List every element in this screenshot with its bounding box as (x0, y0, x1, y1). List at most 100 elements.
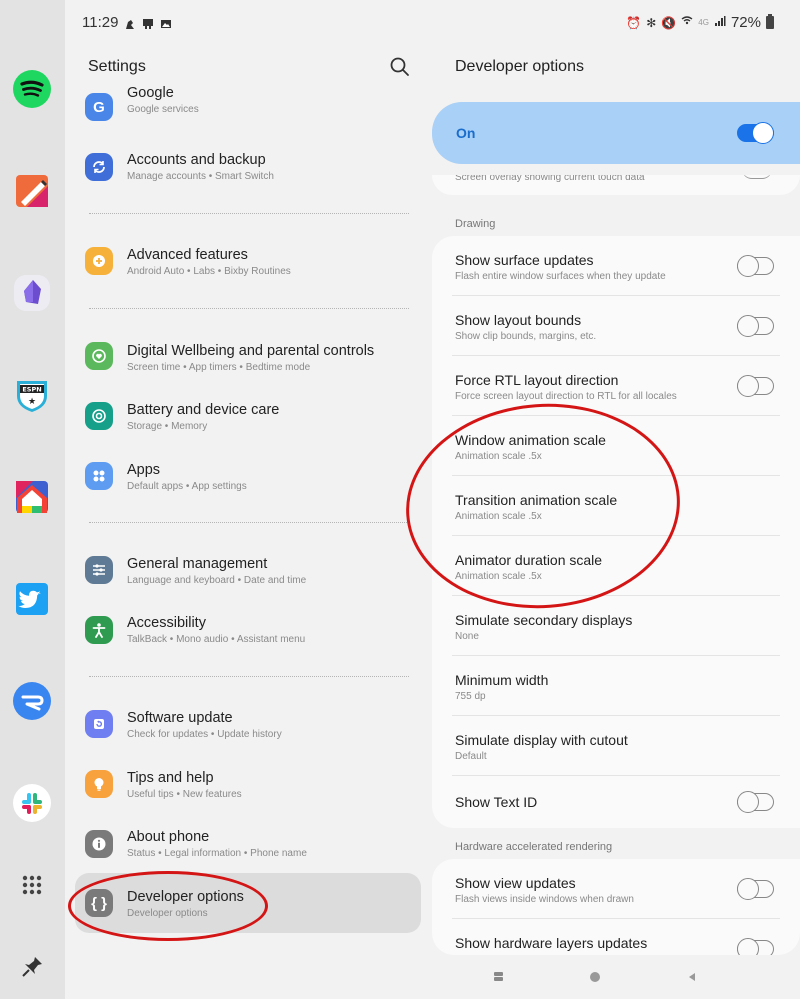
setting-title: Developer options (127, 889, 244, 905)
row-value: Animation scale .5x (455, 451, 542, 462)
row-title: Force RTL layout direction (455, 372, 619, 388)
toggle-show-surface-updates[interactable] (737, 255, 774, 277)
row-show-surface-updates[interactable]: Show surface updates Flash entire window… (432, 236, 800, 296)
setting-subtitle: Developer options (127, 908, 208, 919)
gear-plus-icon (85, 247, 113, 275)
row-show-layout-bounds[interactable]: Show layout bounds Show clip bounds, mar… (432, 296, 800, 356)
spotify-icon[interactable] (13, 70, 51, 108)
setting-item-software-update[interactable]: Software update Check for updates • Upda… (75, 694, 421, 754)
setting-item-digital-wellbeing[interactable]: Digital Wellbeing and parental controls … (75, 326, 421, 386)
device-care-icon (85, 402, 113, 430)
row-subtitle: Flash entire window surfaces when they u… (455, 271, 666, 282)
espn-icon[interactable]: ESPN ★ (13, 376, 51, 414)
group-divider (89, 213, 409, 214)
partial-toggle[interactable] (742, 175, 772, 179)
setting-subtitle: Google services (127, 104, 199, 115)
toggle-show-text-id[interactable] (737, 791, 774, 813)
row-animator-duration-scale[interactable]: Animator duration scale Animation scale … (432, 536, 800, 596)
toggle-show-view-updates[interactable] (737, 878, 774, 900)
setting-item-tips-and-help[interactable]: Tips and help Useful tips • New features (75, 754, 421, 814)
obsidian-icon[interactable] (13, 274, 51, 312)
row-force-rtl[interactable]: Force RTL layout direction Force screen … (432, 356, 800, 416)
recents-icon (494, 972, 503, 981)
status-bar-left: 11:29 (82, 14, 172, 31)
row-transition-animation-scale[interactable]: Transition animation scale Animation sca… (432, 476, 800, 536)
group-divider (89, 522, 409, 523)
group-divider (89, 676, 409, 677)
setting-item-google[interactable]: G Google Google services (75, 85, 421, 137)
setting-title: Tips and help (127, 770, 214, 786)
master-switch-label: On (456, 125, 476, 141)
setting-subtitle: TalkBack • Mono audio • Assistant menu (127, 634, 306, 645)
app-dock: ESPN ★ (0, 0, 65, 999)
row-window-animation-scale[interactable]: Window animation scale Animation scale .… (432, 416, 800, 476)
row-simulate-display-cutout[interactable]: Simulate display with cutout Default (432, 716, 800, 776)
setting-item-battery-and-device-care[interactable]: Battery and device care Storage • Memory (75, 386, 421, 446)
alarm-icon: ⏰ (626, 15, 642, 30)
setting-item-accounts-and-backup[interactable]: Accounts and backup Manage accounts • Sm… (75, 137, 421, 197)
screen: ESPN ★ 11:29 ⏰ ✻ 🔇 4G 72% Settings G Goo… (0, 0, 800, 999)
toggle-knob (737, 315, 759, 337)
slack-icon[interactable] (13, 784, 51, 822)
row-value: None (455, 631, 479, 642)
toggle-show-layout-bounds[interactable] (737, 315, 774, 337)
row-title: Simulate secondary displays (455, 612, 633, 628)
setting-item-advanced-features[interactable]: Advanced features Android Auto • Labs • … (75, 231, 421, 291)
setting-item-about-phone[interactable]: About phone Status • Legal information •… (75, 814, 421, 874)
battery-percent: 72% (730, 14, 761, 31)
twitter-icon[interactable] (13, 580, 51, 618)
setting-title: Digital Wellbeing and parental controls (127, 343, 375, 359)
row-show-view-updates[interactable]: Show view updates Flash views inside win… (432, 859, 800, 919)
status-bar-right: ⏰ ✻ 🔇 4G 72% (626, 14, 774, 31)
grid-icon[interactable] (13, 866, 51, 904)
setting-subtitle: Default apps • App settings (127, 481, 247, 492)
row-subtitle: Flash views inside windows when drawn (455, 894, 634, 905)
row-value: Animation scale .5x (455, 511, 542, 522)
row-minimum-width[interactable]: Minimum width 755 dp (432, 656, 800, 716)
search-button[interactable] (389, 56, 411, 78)
toggle-knob (737, 878, 759, 900)
home-button[interactable] (587, 969, 603, 985)
row-title: Minimum width (455, 672, 549, 688)
relay-icon[interactable] (13, 682, 51, 720)
setting-subtitle: Android Auto • Labs • Bixby Routines (127, 266, 291, 277)
navigation-bar (432, 955, 800, 999)
row-show-text-id[interactable]: Show Text ID (432, 776, 800, 828)
toggle-show-hardware-layers-updates[interactable] (737, 938, 774, 955)
master-toggle[interactable] (737, 122, 774, 144)
google-icon: G (85, 93, 113, 121)
lightbulb-icon (85, 770, 113, 798)
row-title: Window animation scale (455, 432, 606, 448)
setting-item-accessibility[interactable]: Accessibility TalkBack • Mono audio • As… (75, 600, 421, 660)
partial-row-show-taps[interactable]: Screen overlay showing current touch dat… (432, 175, 800, 195)
recents-button[interactable] (491, 969, 507, 985)
row-simulate-secondary-displays[interactable]: Simulate secondary displays None (432, 596, 800, 656)
toggle-force-rtl[interactable] (737, 375, 774, 397)
setting-subtitle: Manage accounts • Smart Switch (127, 171, 274, 182)
setting-item-general-management[interactable]: General management Language and keyboard… (75, 540, 421, 600)
toggle-knob (752, 122, 774, 144)
pin-icon[interactable] (13, 948, 51, 986)
svg-text:ESPN: ESPN (22, 386, 41, 394)
setting-item-developer-options[interactable]: { } Developer options Developer options (75, 873, 421, 933)
notes-icon[interactable] (13, 172, 51, 210)
back-button[interactable] (684, 969, 700, 985)
settings-title: Settings (88, 58, 146, 75)
section-label-drawing: Drawing (455, 218, 496, 230)
partial-row-subtitle: Screen overlay showing current touch dat… (455, 175, 645, 183)
developer-options-master-switch[interactable]: On (432, 102, 800, 164)
setting-item-apps[interactable]: Apps Default apps • App settings (75, 446, 421, 506)
setting-title: Accounts and backup (127, 152, 266, 168)
back-icon (689, 973, 695, 981)
mute-icon: 🔇 (661, 15, 677, 30)
4g-icon: 4G (698, 18, 709, 27)
sync-icon (85, 153, 113, 181)
row-show-hardware-layers-updates[interactable]: Show hardware layers updates (432, 919, 800, 955)
setting-title: About phone (127, 829, 210, 845)
setting-subtitle: Useful tips • New features (127, 789, 242, 800)
gallery-icon (142, 17, 154, 29)
setting-title: Google (127, 85, 174, 101)
setting-title: Accessibility (127, 615, 206, 631)
row-title: Simulate display with cutout (455, 732, 628, 748)
home-icon[interactable] (13, 478, 51, 516)
